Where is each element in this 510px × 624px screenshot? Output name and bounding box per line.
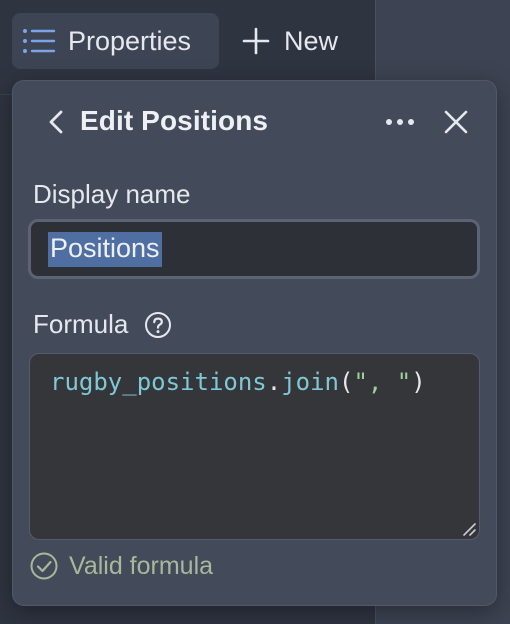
close-icon (444, 110, 468, 134)
help-icon[interactable] (144, 311, 172, 339)
formula-label: Formula (33, 309, 129, 339)
popover-header: Edit Positions (13, 81, 496, 163)
code-string: ", " (353, 368, 412, 396)
edit-property-popover: Edit Positions Display name Positions Fo… (12, 80, 497, 606)
new-label: New (284, 25, 339, 56)
properties-label: Properties (68, 25, 192, 56)
formula-status-text: Valid formula (69, 551, 214, 580)
back-button[interactable] (43, 108, 69, 136)
code-paren-close: ) (411, 368, 426, 396)
formula-code: rugby_positions.join(", ") (50, 368, 426, 396)
chevron-left-icon (48, 109, 64, 135)
display-name-value: Positions (48, 231, 162, 267)
resize-handle-icon[interactable] (462, 522, 476, 536)
display-name-input[interactable]: Positions (28, 219, 480, 279)
formula-editor[interactable]: rugby_positions.join(", ") (29, 353, 480, 540)
code-paren-open: ( (339, 368, 354, 396)
popover-title: Edit Positions (80, 105, 269, 136)
new-button[interactable]: New (238, 13, 350, 69)
formula-status: Valid formula (29, 551, 213, 581)
list-icon (22, 27, 56, 55)
formula-label-row: Formula (33, 309, 172, 340)
ellipsis-icon (385, 118, 415, 126)
close-button[interactable] (442, 108, 470, 136)
properties-button[interactable]: Properties (12, 13, 219, 69)
display-name-label: Display name (33, 179, 191, 209)
plus-icon (242, 27, 270, 55)
more-options-button[interactable] (383, 110, 417, 134)
check-circle-icon (29, 551, 59, 581)
code-identifier: rugby_positions (50, 368, 267, 396)
code-method: join (281, 368, 339, 396)
code-dot: . (266, 368, 282, 396)
